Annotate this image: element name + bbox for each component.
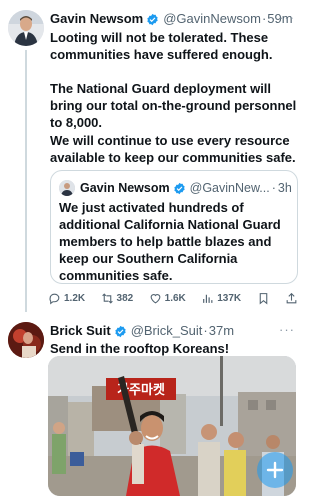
repost-button[interactable]: 382 <box>101 292 134 305</box>
compose-plus-icon <box>266 461 284 479</box>
timestamp[interactable]: 37m <box>209 322 234 340</box>
tweet-action-bar: 1.2K 382 1.6K 137K <box>48 290 298 306</box>
reply-button[interactable]: 1.2K <box>48 292 85 305</box>
views-button[interactable]: 137K <box>201 292 241 305</box>
quoted-author-name[interactable]: Gavin Newsom <box>80 181 170 195</box>
quoted-tweet[interactable]: Gavin Newsom @GavinNew... · 3h We just a… <box>50 170 298 284</box>
views-count: 137K <box>217 292 242 304</box>
avatar-brick-suit[interactable] <box>8 322 44 358</box>
author-handle[interactable]: @GavinNewsom <box>163 10 261 28</box>
share-button[interactable] <box>285 292 298 305</box>
separator-dot: · <box>203 323 208 338</box>
share-icon <box>286 292 297 303</box>
like-count: 1.6K <box>164 292 186 304</box>
author-name[interactable]: Gavin Newsom <box>50 10 143 28</box>
like-button[interactable]: 1.6K <box>149 292 186 305</box>
avatar-gavin-newsom[interactable] <box>8 10 44 46</box>
more-options-icon[interactable]: ··· <box>279 322 295 337</box>
like-icon <box>150 293 161 303</box>
views-icon <box>203 294 213 303</box>
more-options-icon[interactable]: ··· <box>279 10 295 25</box>
reply-count: 1.2K <box>64 292 86 304</box>
tweet-paragraph-3: We will continue to use every resource a… <box>50 133 296 165</box>
quoted-avatar <box>59 180 75 196</box>
thread-line <box>25 50 27 312</box>
tweet-paragraph-2: The National Guard deployment will bring… <box>50 81 297 130</box>
quoted-tweet-header: Gavin Newsom @GavinNew... · 3h <box>59 179 295 197</box>
bookmark-icon <box>259 292 267 305</box>
tweet-header: Brick Suit @Brick_Suit · 37m <box>50 322 300 340</box>
tweet-paragraph-1: Looting will not be tolerated. These com… <box>50 30 273 62</box>
quoted-tweet-text: We just activated hundreds of additional… <box>59 200 281 283</box>
bookmark-button[interactable] <box>257 292 270 305</box>
author-name[interactable]: Brick Suit <box>50 322 111 340</box>
compose-button[interactable] <box>257 452 293 488</box>
tweet-newsom[interactable]: Gavin Newsom @GavinNewsom · 59m ··· Loot… <box>0 0 303 314</box>
quoted-author-handle[interactable]: @GavinNew... <box>190 181 270 195</box>
quoted-timestamp[interactable]: 3h <box>278 181 292 195</box>
repost-count: 382 <box>116 292 134 304</box>
separator-dot: · <box>271 181 276 195</box>
tweet-header: Gavin Newsom @GavinNewsom · 59m <box>50 10 300 28</box>
verified-badge-icon <box>115 325 126 337</box>
separator-dot: · <box>261 11 267 26</box>
repost-icon <box>101 292 113 304</box>
verified-badge-icon <box>173 182 185 194</box>
verified-badge-icon <box>147 13 158 25</box>
author-handle[interactable]: @Brick_Suit <box>131 322 203 340</box>
tweet-text: Send in the rooftop Koreans! <box>50 341 230 356</box>
reply-icon <box>49 293 60 304</box>
